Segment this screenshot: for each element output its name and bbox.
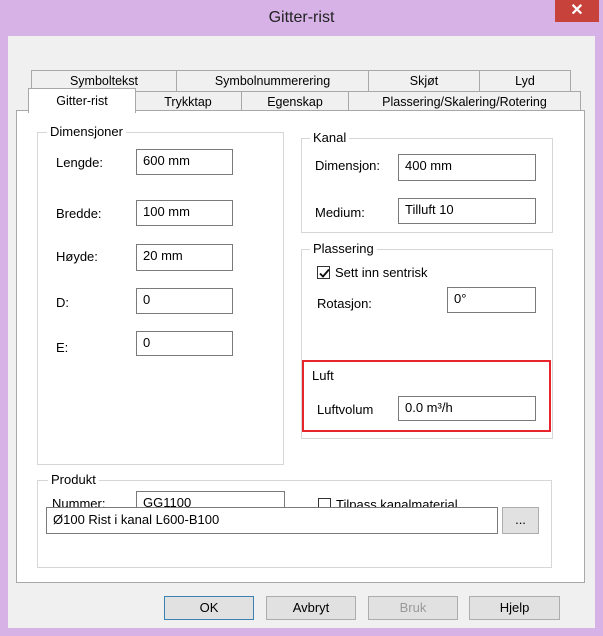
- tab-skjot[interactable]: Skjøt: [368, 70, 480, 92]
- checkmark-icon: [319, 268, 330, 278]
- e-label: E:: [56, 340, 69, 355]
- window-title: Gitter-rist: [268, 9, 335, 26]
- group-luft-title: Luft: [312, 368, 334, 383]
- hoyde-field[interactable]: 20 mm: [136, 244, 233, 271]
- luftvolum-field[interactable]: 0.0 m³/h: [398, 396, 536, 421]
- group-produkt-title: Produkt: [48, 473, 99, 487]
- group-kanal-title: Kanal: [310, 131, 350, 145]
- bruk-button[interactable]: Bruk: [368, 596, 458, 620]
- browse-button[interactable]: ...: [502, 507, 539, 534]
- tab-symbolnummerering[interactable]: Symbolnummerering: [176, 70, 369, 92]
- e-field[interactable]: 0: [136, 331, 233, 356]
- product-description-field[interactable]: Ø100 Rist i kanal L600-B100: [46, 507, 498, 534]
- dimensjon-field[interactable]: 400 mm: [398, 154, 536, 181]
- group-dimensjoner-title: Dimensjoner: [47, 125, 126, 139]
- lengde-field[interactable]: 600 mm: [136, 149, 233, 175]
- tab-lyd[interactable]: Lyd: [479, 70, 571, 92]
- hjelp-button[interactable]: Hjelp: [469, 596, 560, 620]
- tab-plassering-skalering-rotering[interactable]: Plassering/Skalering/Rotering: [348, 91, 581, 112]
- tab-gitter-rist[interactable]: Gitter-rist: [28, 88, 136, 113]
- hoyde-label: Høyde:: [56, 249, 98, 264]
- sentrisk-checkbox[interactable]: [317, 266, 330, 279]
- rotasjon-field[interactable]: 0°: [447, 287, 536, 313]
- sentrisk-label: Sett inn sentrisk: [335, 265, 428, 280]
- avbryt-button[interactable]: Avbryt: [266, 596, 356, 620]
- d-label: D:: [56, 295, 69, 310]
- group-plassering-title: Plassering: [310, 242, 377, 256]
- ok-button[interactable]: OK: [164, 596, 254, 620]
- medium-label: Medium:: [315, 205, 365, 220]
- lengde-label: Lengde:: [56, 155, 103, 170]
- tab-trykktap[interactable]: Trykktap: [134, 91, 242, 112]
- luftvolum-label: Luftvolum: [317, 402, 374, 417]
- bredde-label: Bredde:: [56, 206, 102, 221]
- title-bar[interactable]: Gitter-rist ✕: [0, 0, 603, 36]
- dimensjon-label: Dimensjon:: [315, 158, 381, 173]
- bredde-field[interactable]: 100 mm: [136, 200, 233, 226]
- d-field[interactable]: 0: [136, 288, 233, 314]
- dialog-window: Gitter-rist ✕ Symboltekst Symbolnummerer…: [0, 0, 603, 636]
- rotasjon-label: Rotasjon:: [317, 296, 372, 311]
- close-button[interactable]: ✕: [555, 0, 599, 22]
- tab-egenskap[interactable]: Egenskap: [241, 91, 349, 112]
- medium-field[interactable]: Tilluft 10: [398, 198, 536, 224]
